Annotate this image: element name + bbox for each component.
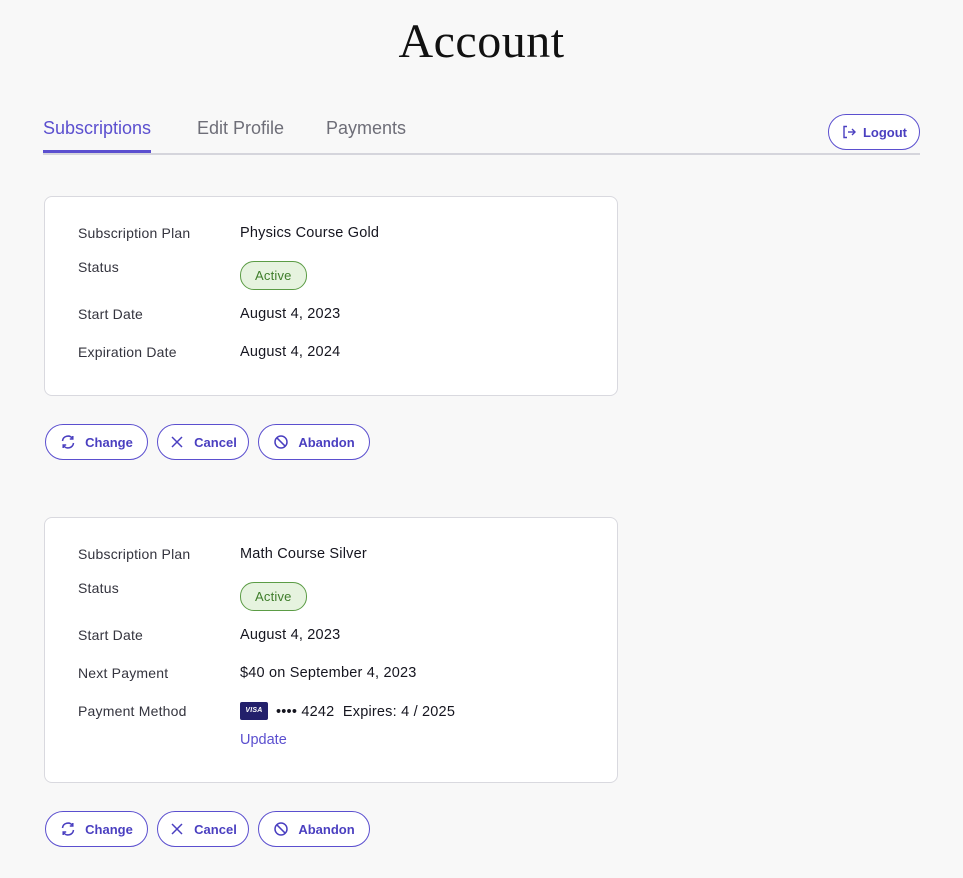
abandon-button[interactable]: Abandon bbox=[258, 811, 370, 847]
update-payment-link[interactable]: Update bbox=[240, 732, 287, 748]
expiration-date-row: Expiration Date August 4, 2024 bbox=[78, 341, 597, 365]
close-icon bbox=[169, 821, 185, 837]
prohibited-icon bbox=[273, 821, 289, 837]
plan-label: Subscription Plan bbox=[78, 225, 191, 241]
status-row: Status Active bbox=[78, 259, 597, 290]
tab-edit-profile[interactable]: Edit Profile bbox=[197, 118, 284, 151]
next-payment-label: Next Payment bbox=[78, 665, 169, 681]
payment-method-label: Payment Method bbox=[78, 703, 187, 719]
plan-value: Math Course Silver bbox=[240, 546, 367, 562]
abandon-label: Abandon bbox=[298, 434, 355, 450]
logout-icon bbox=[841, 124, 857, 140]
card-number: •••• 4242 bbox=[276, 703, 335, 720]
plan-value: Physics Course Gold bbox=[240, 225, 380, 241]
close-icon bbox=[169, 434, 185, 450]
tab-subscriptions[interactable]: Subscriptions bbox=[43, 118, 152, 153]
status-badge: Active bbox=[240, 582, 307, 611]
expiration-date-value: August 4, 2024 bbox=[240, 344, 341, 360]
subscription-card-physics: Subscription Plan Physics Course Gold St… bbox=[44, 196, 618, 396]
change-label: Change bbox=[85, 434, 133, 450]
change-button[interactable]: Change bbox=[45, 811, 148, 847]
logout-button[interactable]: Logout bbox=[828, 114, 920, 150]
start-date-value: August 4, 2023 bbox=[240, 306, 341, 322]
tab-payments[interactable]: Payments bbox=[326, 118, 406, 151]
next-payment-value: $40 on September 4, 2023 bbox=[240, 665, 417, 681]
start-date-value: August 4, 2023 bbox=[240, 627, 341, 643]
plan-row: Subscription Plan Math Course Silver bbox=[78, 543, 597, 567]
abandon-button[interactable]: Abandon bbox=[258, 424, 370, 460]
prohibited-icon bbox=[273, 434, 289, 450]
visa-card-icon: VISA bbox=[240, 702, 268, 720]
change-button[interactable]: Change bbox=[45, 424, 148, 460]
status-row: Status Active bbox=[78, 580, 597, 611]
expiration-date-label: Expiration Date bbox=[78, 344, 177, 360]
refresh-icon bbox=[60, 821, 76, 837]
payment-method-row: Payment Method VISA •••• 4242 Expires: 4 … bbox=[78, 700, 597, 760]
start-date-row: Start Date August 4, 2023 bbox=[78, 303, 597, 327]
tab-bar: Subscriptions Edit Profile Payments bbox=[43, 108, 920, 155]
logout-label: Logout bbox=[862, 124, 908, 140]
change-label: Change bbox=[85, 821, 133, 837]
start-date-row: Start Date August 4, 2023 bbox=[78, 624, 597, 648]
cancel-label: Cancel bbox=[194, 821, 237, 837]
status-label: Status bbox=[78, 259, 119, 275]
subscription-card-math: Subscription Plan Math Course Silver Sta… bbox=[44, 517, 618, 783]
status-badge: Active bbox=[240, 261, 307, 290]
page-title: Account bbox=[398, 15, 565, 68]
refresh-icon bbox=[60, 434, 76, 450]
plan-row: Subscription Plan Physics Course Gold bbox=[78, 222, 597, 246]
cancel-label: Cancel bbox=[194, 434, 237, 450]
start-date-label: Start Date bbox=[78, 627, 144, 643]
status-label: Status bbox=[78, 580, 119, 596]
card-expiry: Expires: 4 / 2025 bbox=[342, 703, 456, 720]
start-date-label: Start Date bbox=[78, 306, 144, 322]
payment-method-value: VISA •••• 4242 Expires: 4 / 2025 bbox=[240, 702, 456, 721]
next-payment-row: Next Payment $40 on September 4, 2023 bbox=[78, 662, 597, 686]
cancel-button[interactable]: Cancel bbox=[157, 811, 249, 847]
plan-label: Subscription Plan bbox=[78, 546, 191, 562]
cancel-button[interactable]: Cancel bbox=[157, 424, 249, 460]
abandon-label: Abandon bbox=[298, 821, 355, 837]
